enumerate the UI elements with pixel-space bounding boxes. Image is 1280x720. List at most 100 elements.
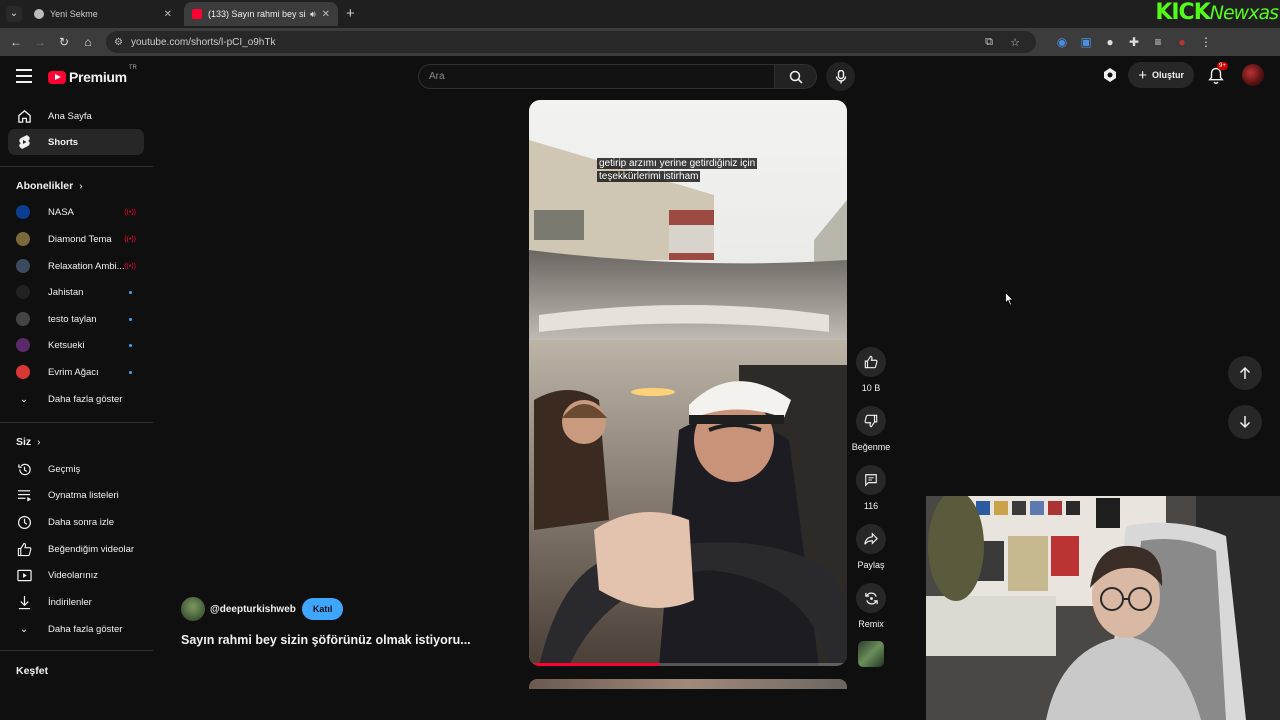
sidebar-item-label: Evrim Ağacı	[48, 366, 99, 378]
notifications-button[interactable]: 9+	[1208, 62, 1228, 85]
caption-line: getirip arzımı yerine getirdiğiniz için	[597, 158, 758, 169]
close-tab-icon[interactable]: ✕	[164, 9, 172, 20]
divider	[0, 166, 153, 167]
sidebar-item-subscription[interactable]: Relaxation Ambi... ((•))	[8, 253, 144, 279]
speaker-icon[interactable]: 🔊︎	[310, 9, 316, 20]
search-input[interactable]: Ara	[418, 64, 775, 89]
join-label: Katıl	[312, 604, 333, 614]
sidebar-item-history[interactable]: Geçmiş	[8, 456, 144, 482]
share-button[interactable]: Paylaş	[850, 524, 892, 570]
channel-handle[interactable]: @deepturkishweb	[210, 604, 296, 615]
translate-icon[interactable]: ▣	[1074, 35, 1098, 49]
forward-icon[interactable]: →	[28, 35, 52, 49]
sidebar-show-more-you[interactable]: ⌄ Daha fazla göster	[8, 616, 144, 642]
sidebar-item-downloads[interactable]: İndirilenler	[8, 589, 144, 615]
dislike-label: Beğenme	[851, 442, 891, 452]
voice-search-button[interactable]	[826, 62, 855, 91]
sidebar-item-label: Videolarınız	[48, 569, 98, 581]
home-button-icon[interactable]: ⌂	[76, 35, 100, 49]
extensions-area: ◉ ▣ ● ✚ ≡ ● ⋮	[1050, 35, 1218, 49]
like-button[interactable]: 10 B	[850, 347, 892, 393]
new-content-dot	[129, 370, 132, 374]
back-icon[interactable]: ←	[4, 35, 28, 49]
tab-search-button[interactable]: ⌄	[6, 6, 22, 22]
divider	[0, 422, 153, 423]
your-videos-icon	[16, 569, 32, 581]
studio-icon[interactable]	[1102, 67, 1118, 83]
channel-avatar[interactable]	[181, 597, 205, 621]
short-title[interactable]: Sayın rahmi bey sizin şöförünüz olmak is…	[181, 633, 481, 647]
url-text: youtube.com/shorts/l-pCI_o9hTk	[130, 36, 276, 48]
sidebar-item-subscription[interactable]: Diamond Tema ((•))	[8, 226, 144, 252]
media-control-icon[interactable]: ≡	[1146, 35, 1170, 49]
subscriptions-heading[interactable]: Abonelikler ›	[16, 180, 83, 192]
browser-menu-icon[interactable]: ⋮	[1194, 35, 1218, 49]
join-button[interactable]: Katıl	[301, 598, 344, 620]
chevron-down-icon: ⌄	[20, 623, 28, 635]
sidebar-item-label: Diamond Tema	[48, 233, 112, 245]
video-frame-image	[529, 100, 847, 666]
sidebar-item-your-videos[interactable]: Videolarınız	[8, 562, 144, 588]
sidebar-item-label: Daha fazla göster	[48, 623, 123, 635]
short-video-player[interactable]: getirip arzımı yerine getirdiğiniz için …	[529, 100, 847, 666]
sidebar-item-label: Geçmiş	[48, 463, 81, 475]
puzzle-icon[interactable]: ✚	[1122, 35, 1146, 49]
chevron-right-icon: ›	[79, 180, 83, 192]
channel-avatar	[16, 259, 30, 273]
reload-icon[interactable]: ↻	[52, 35, 76, 49]
browser-tab-youtube[interactable]: (133) Sayın rahmi bey sizin 🔊︎ ✕	[184, 2, 338, 26]
account-avatar[interactable]	[1242, 64, 1264, 86]
sidebar-item-subscription[interactable]: testo taylan	[8, 306, 144, 332]
bookmark-star-icon[interactable]: ☆	[1002, 36, 1028, 49]
channel-avatar	[16, 338, 30, 352]
comment-count: 116	[863, 501, 879, 511]
audio-source-thumbnail[interactable]	[858, 641, 884, 667]
profile-icon[interactable]: ●	[1170, 35, 1194, 49]
search-button[interactable]	[775, 64, 817, 89]
sidebar-item-playlists[interactable]: Oynatma listeleri	[8, 482, 144, 508]
next-short-button[interactable]	[1228, 405, 1262, 439]
close-tab-icon[interactable]: ✕	[322, 9, 330, 20]
dislike-button[interactable]: Beğenme	[850, 406, 892, 452]
address-bar[interactable]: ⚙︎ youtube.com/shorts/l-pCI_o9hTk ⧉ ☆	[106, 31, 1036, 53]
next-short-preview[interactable]	[529, 679, 847, 689]
sidebar-item-label: Daha fazla göster	[48, 393, 123, 405]
remix-button[interactable]: Remix	[850, 583, 892, 629]
sidebar-item-home[interactable]: Ana Sayfa	[8, 103, 144, 129]
site-info-icon[interactable]: ⚙︎	[114, 37, 123, 48]
sidebar-show-more-subscriptions[interactable]: ⌄ Daha fazla göster	[8, 386, 144, 412]
logo-text: Premium	[69, 69, 127, 85]
comments-button[interactable]: 116	[850, 465, 892, 511]
mouse-cursor-icon	[1005, 292, 1014, 306]
browser-tab-new[interactable]: Yeni Sekme ✕	[26, 2, 180, 26]
sidebar-item-shorts[interactable]: Shorts	[8, 129, 144, 155]
video-progress-bar[interactable]	[529, 663, 847, 666]
sidebar-item-liked-videos[interactable]: Beğendiğim videolar	[8, 536, 144, 562]
extension-icon[interactable]: ◉	[1050, 35, 1074, 49]
sidebar-item-subscription[interactable]: NASA ((•))	[8, 199, 144, 225]
live-icon: ((•))	[124, 208, 136, 216]
sidebar-item-label: Oynatma listeleri	[48, 489, 119, 501]
region-code: TR	[128, 65, 137, 71]
previous-short-button[interactable]	[1228, 356, 1262, 390]
sidebar-item-subscription[interactable]: Jahistan	[8, 279, 144, 305]
you-heading[interactable]: Siz ›	[16, 436, 41, 448]
like-count: 10 B	[861, 383, 881, 393]
explore-heading: Keşfet	[16, 665, 49, 677]
arrow-down-icon	[1239, 416, 1251, 429]
home-icon	[17, 109, 31, 123]
menu-icon[interactable]	[16, 69, 32, 83]
youtube-logo[interactable]: Premium TR	[48, 65, 137, 85]
extension-icon[interactable]: ●	[1098, 35, 1122, 49]
sidebar-item-label: Beğendiğim videolar	[48, 543, 135, 555]
youtube-play-icon	[48, 70, 66, 84]
new-tab-button[interactable]: +	[346, 5, 355, 22]
install-app-icon[interactable]: ⧉	[976, 36, 1002, 49]
sidebar-item-subscription[interactable]: Ketsueki	[8, 332, 144, 358]
sidebar-item-subscription[interactable]: Evrim Ağacı	[8, 359, 144, 385]
sidebar-item-watch-later[interactable]: Daha sonra izle	[8, 509, 144, 535]
create-button[interactable]: + Oluştur	[1128, 62, 1194, 88]
youtube-header: Premium TR Ara + Oluştur 9+	[0, 56, 1280, 96]
divider	[0, 650, 153, 651]
streamer-webcam-overlay	[926, 496, 1280, 720]
